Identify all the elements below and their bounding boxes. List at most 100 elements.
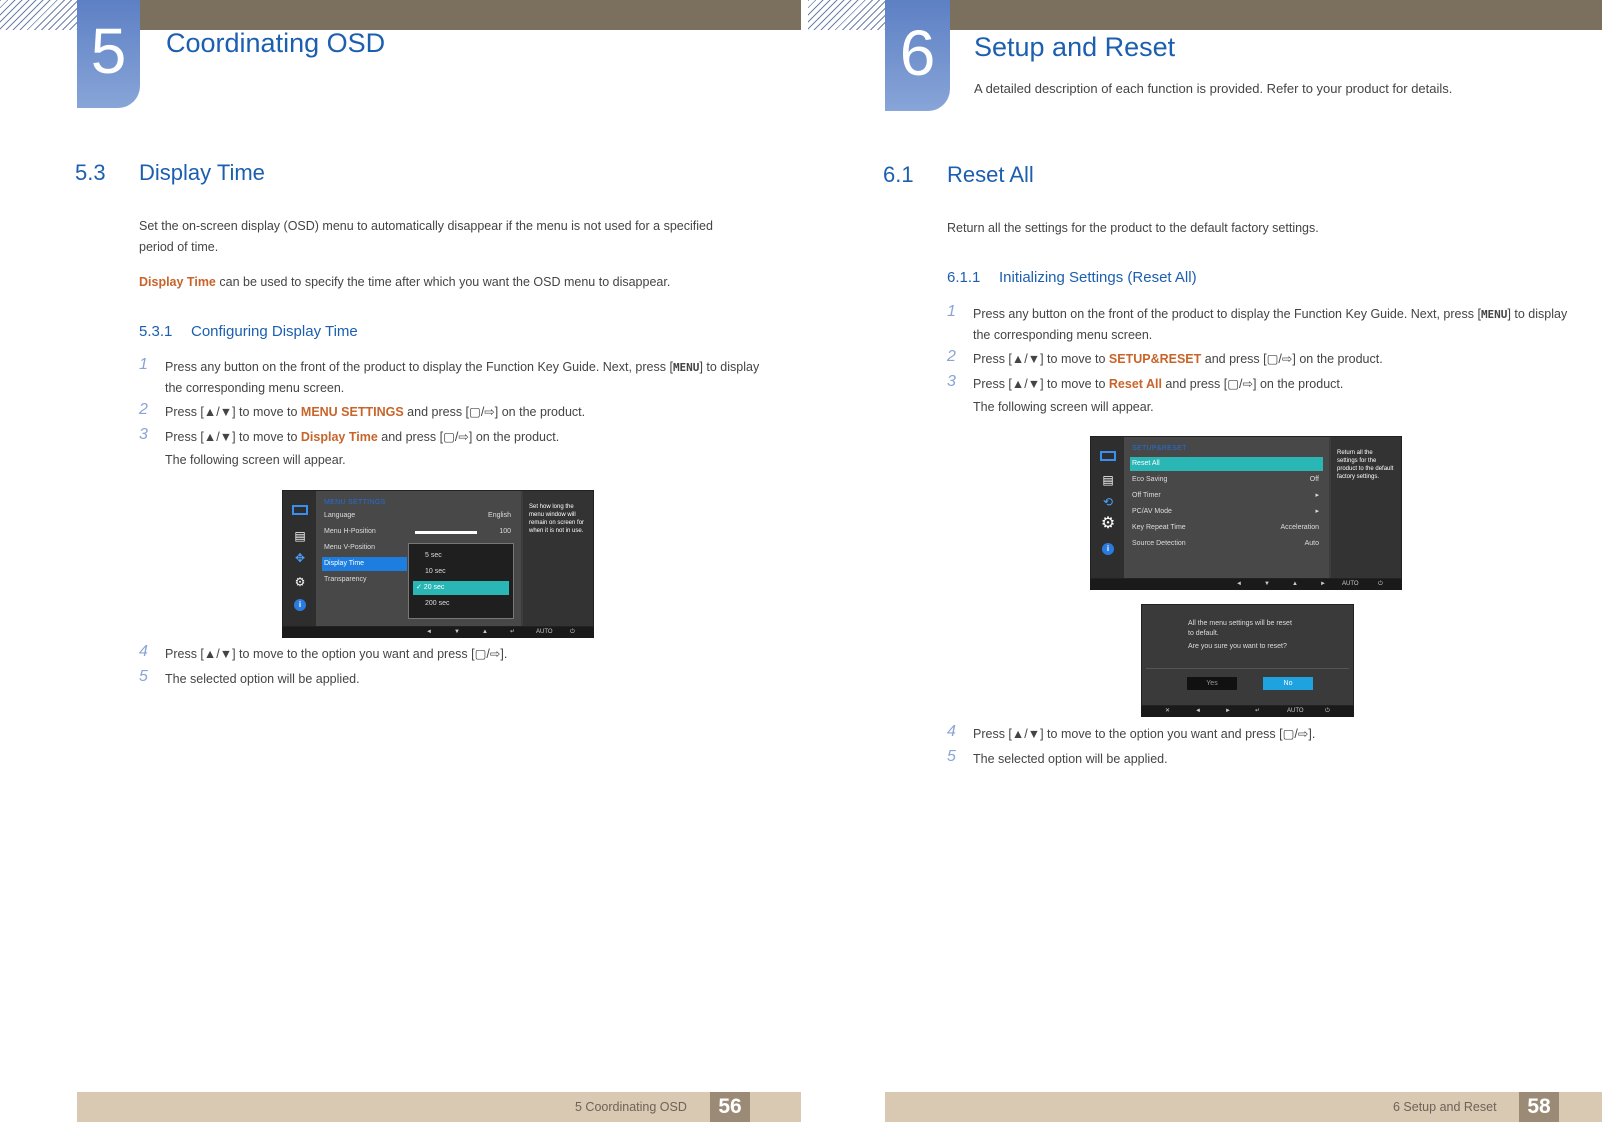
monitor-icon [1100,451,1116,461]
close-icon: ✕ [1165,708,1171,714]
menu-key: MENU [672,361,700,374]
osd-row-selected: Reset All [1130,457,1323,471]
section-title: Display Time [139,160,265,185]
step-number: 4 [947,723,956,740]
right-arrow-icon: ► [1225,708,1231,714]
left-arrow-icon: ◄ [426,629,432,635]
osd-row: Language English [324,512,511,519]
osd-heading: SETUP&RESET [1132,445,1187,452]
highlight-term: Reset All [1108,377,1162,391]
monitor-icon [292,505,308,515]
osd-help-text: Return all the settings for the product … [1331,437,1401,578]
up-arrow-icon: ▲ [482,629,488,635]
osd-row: Off Timer ▸ [1132,492,1319,499]
osd-option-popup: 5 sec 10 sec ✓ 20 sec 200 sec [408,543,514,619]
chapter-description: A detailed description of each function … [974,81,1453,96]
step-text: Press [▲/▼] to move to the option you wa… [165,647,508,661]
step-number: 2 [139,401,148,418]
intro-paragraph: Return all the settings for the product … [947,221,1319,235]
auto-label: AUTO [1342,581,1359,587]
osd-row: Menu H-Position 100 [324,528,511,535]
osd-menu-panel: SETUP&RESET Reset All Eco Saving Off Off … [1124,437,1329,578]
left-arrow-icon: ◄ [1195,708,1201,714]
step-number: 2 [947,348,956,365]
section-title: Reset All [947,162,1034,187]
power-icon: ⏻ [1325,708,1330,714]
reset-confirm-dialog: All the menu settings will be reset to d… [1141,604,1354,706]
osd-row: Source Detection Auto [1132,540,1319,547]
refresh-icon: ⟲ [1102,495,1114,509]
chapter-title: Coordinating OSD [166,28,386,58]
auto-label: AUTO [1287,708,1304,714]
footer-band: 5 Coordinating OSD 56 [77,1092,801,1122]
osd-screenshot: ▤ ✥ ⚙ i MENU SETTINGS Language English Me… [282,490,594,627]
osd-menu-panel: MENU SETTINGS Language English Menu H-Pos… [316,491,521,626]
header-band [949,0,1602,30]
dialog-key-bar: ✕ ◄ ► ↵ AUTO ⏻ [1141,706,1354,717]
section-number: 6.1 [883,162,914,187]
header-hatch [0,0,78,30]
subsection-title: Configuring Display Time [191,323,358,340]
subsection-number: 5.3.1 [139,323,173,340]
subsection-title: Initializing Settings (Reset All) [999,269,1197,286]
highlight-term: Display Time [139,275,216,289]
dialog-message: All the menu settings will be reset to d… [1188,620,1292,650]
intro-paragraph: Set the on-screen display (OSD) menu to … [139,219,713,254]
left-arrow-icon: ◄ [1236,581,1242,587]
subsection-number: 6.1.1 [947,269,981,286]
down-arrow-icon: ▼ [454,629,460,635]
step-number: 1 [947,303,956,320]
step-text: Press [▲/▼] to move to the option you wa… [973,727,1316,741]
enter-icon: ↵ [510,629,516,635]
yes-button[interactable]: Yes [1187,677,1237,690]
page-number: 56 [710,1092,750,1122]
enter-icon: ↵ [1255,708,1261,714]
osd-help-text: Set how long the menu window will remain… [523,491,593,626]
footer-band: 6 Setup and Reset 58 [885,1092,1602,1122]
menu-icon: ▤ [294,529,306,543]
osd-key-bar: ◄ ▼ ▲ ► AUTO ⏻ [1090,579,1402,590]
highlight-term: MENU SETTINGS [300,405,404,419]
osd-heading: MENU SETTINGS [324,499,386,506]
gear-icon: ⚙ [1100,515,1116,532]
page-number: 58 [1519,1092,1559,1122]
chapter-number: 5 [77,0,140,108]
osd-sidebar: ▤ ⟲ ⚙ i [1091,437,1124,578]
chapter-title: Setup and Reset [974,32,1176,62]
step-note: The following screen will appear. [973,400,1154,414]
osd-slider [415,531,477,534]
step-text: Press any button on the front of the pro… [165,360,760,395]
osd-row: Menu V-Position [324,544,375,551]
up-arrow-icon: ▲ [1292,581,1298,587]
header-hatch [808,0,886,30]
osd-option: 5 sec [425,552,442,559]
move-icon: ✥ [294,551,306,565]
step-number: 3 [139,426,148,443]
step-text: Press [▲/▼] to move to MENU SETTINGS and… [165,405,586,419]
section-number: 5.3 [75,160,106,185]
step-number: 5 [139,668,148,685]
right-arrow-icon: ► [1320,581,1326,587]
step-number: 4 [139,643,148,660]
info-icon: i [1102,543,1114,555]
osd-row: Key Repeat Time Acceleration [1132,524,1319,531]
footer-chapter-label: 5 Coordinating OSD [575,1100,687,1114]
down-arrow-icon: ▼ [1264,581,1270,587]
step-text: The selected option will be applied. [165,672,360,686]
intro-text: can be used to specify the time after wh… [215,275,671,289]
header-band [140,0,801,30]
intro-paragraph-2: Display Time can be used to specify the … [139,272,759,293]
auto-label: AUTO [536,629,553,635]
no-button[interactable]: No [1263,677,1313,690]
osd-row-selected: Display Time [322,557,407,571]
info-icon: i [294,599,306,611]
page-left: 5 Coordinating OSD 5.3 Display Time Set … [0,0,801,1122]
dialog-divider [1146,668,1349,669]
power-icon: ⏻ [570,629,575,635]
osd-key-bar: ◄ ▼ ▲ ↵ AUTO ⏻ [282,627,594,638]
step-text: Press [▲/▼] to move to SETUP&RESET and p… [973,352,1383,366]
osd-row: Eco Saving Off [1132,476,1319,483]
step-note: The following screen will appear. [165,453,346,467]
menu-icon: ▤ [1102,473,1114,487]
step-number: 3 [947,373,956,390]
